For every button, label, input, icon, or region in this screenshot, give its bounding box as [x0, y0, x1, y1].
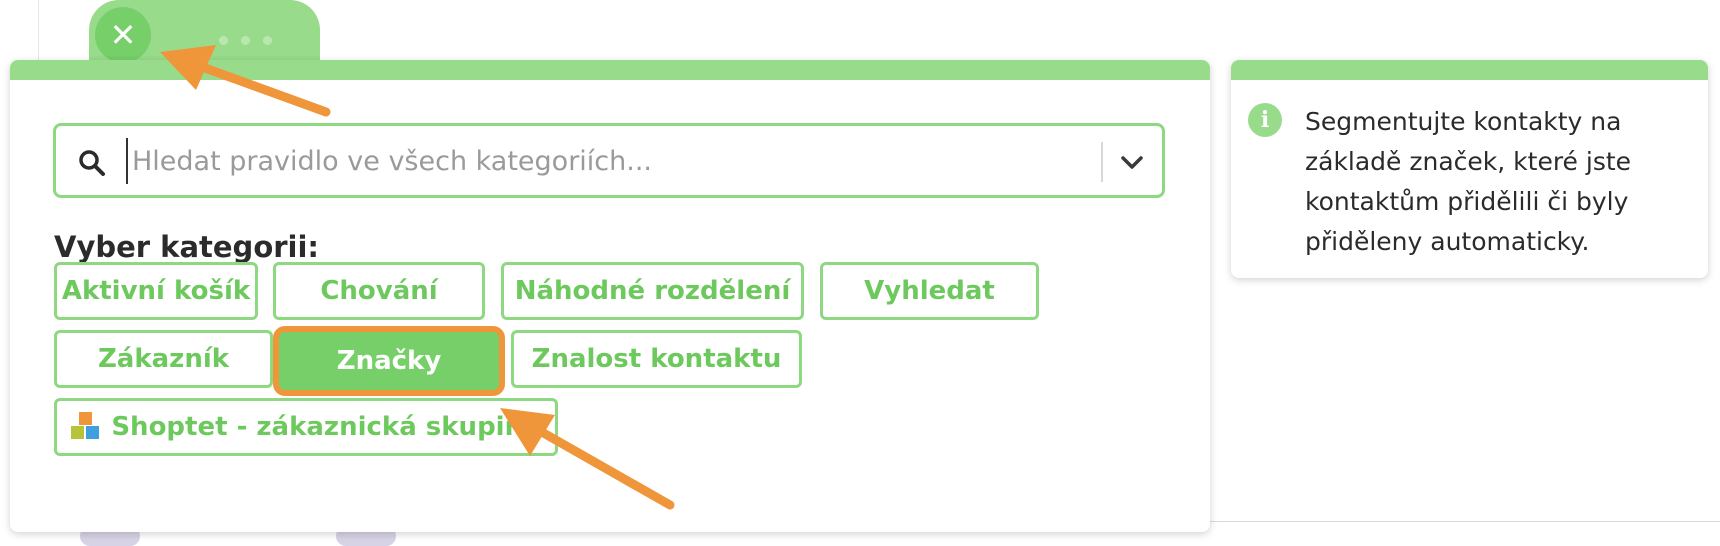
search-separator [1101, 142, 1103, 182]
search-input[interactable] [126, 138, 1092, 184]
background-divider [38, 0, 39, 60]
category-chip-tags[interactable]: Značky [273, 326, 505, 396]
more-dots-icon[interactable] [219, 36, 272, 45]
category-chip-label: Náhodné rozdělení [514, 276, 791, 306]
info-header-bar [1231, 60, 1708, 80]
info-icon: i [1248, 103, 1282, 137]
chevron-down-icon[interactable] [1118, 148, 1146, 176]
close-button[interactable]: ✕ [95, 7, 151, 63]
category-chip-label: Aktivní košík [61, 276, 251, 306]
category-chip-label: Shoptet - zákaznická skupina [111, 412, 541, 442]
info-panel: i Segmentujte kontakty na základě značek… [1231, 60, 1708, 278]
category-chip-customer[interactable]: Zákazník [54, 330, 273, 388]
info-description: Segmentujte kontakty na základě značek, … [1305, 107, 1632, 256]
category-chip-label: Značky [336, 346, 442, 376]
search-box [53, 123, 1165, 198]
category-chip-random-split[interactable]: Náhodné rozdělení [501, 262, 804, 320]
close-icon: ✕ [109, 16, 137, 54]
shoptet-icon [71, 412, 101, 442]
category-chip-shoptet-group[interactable]: Shoptet - zákaznická skupina [54, 398, 558, 456]
category-heading: Vyber kategorii: [54, 230, 320, 264]
category-chip-label: Chování [320, 276, 438, 306]
category-chip-search[interactable]: Vyhledat [820, 262, 1039, 320]
category-chip-label: Zákazník [97, 344, 230, 374]
rule-picker-panel: Vyber kategorii: Aktivní košík Chování N… [10, 60, 1210, 532]
category-chip-active-cart[interactable]: Aktivní košík [54, 262, 258, 320]
search-icon [79, 150, 105, 176]
panel-header-bar [10, 60, 1210, 80]
category-chip-contact-knowledge[interactable]: Znalost kontaktu [511, 330, 802, 388]
category-chip-label: Vyhledat [864, 276, 995, 306]
category-chip-behavior[interactable]: Chování [273, 262, 485, 320]
category-chip-label: Znalost kontaktu [531, 344, 782, 374]
